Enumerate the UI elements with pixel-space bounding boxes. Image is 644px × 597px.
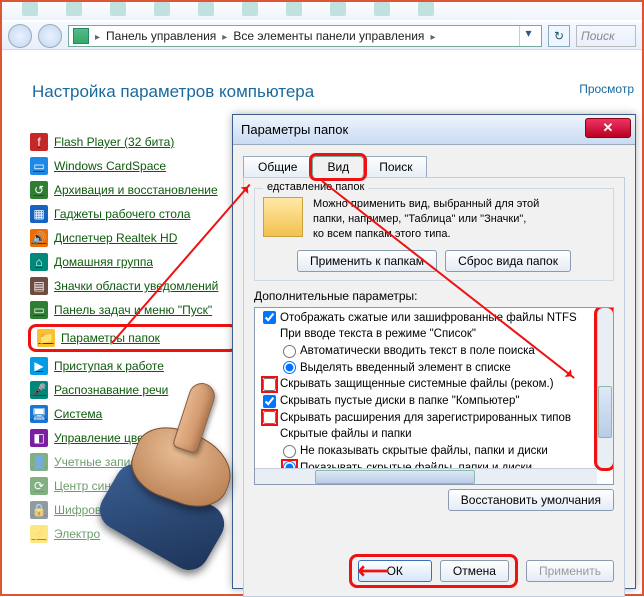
cp-item-icon: 🖥 (30, 405, 48, 423)
cp-item-6[interactable]: ▤ Значки области уведомлений (28, 274, 238, 298)
close-button[interactable]: ✕ (585, 118, 631, 138)
cp-item-icon: ▶ (30, 357, 48, 375)
cp-item-icon: ▤ (30, 277, 48, 295)
cp-item-1[interactable]: ▭ Windows CardSpace (28, 154, 238, 178)
cp-item-label: Панель задач и меню "Пуск" (54, 303, 212, 317)
cp-item-label: Значки области уведомлений (54, 279, 218, 293)
cp-item-5[interactable]: ⌂ Домашняя группа (28, 250, 238, 274)
cp-item-icon: 📁 (37, 329, 55, 347)
apply-button[interactable]: Применить (526, 560, 614, 582)
cp-item-label: Домашняя группа (54, 255, 153, 269)
cp-item-label: Распознавание речи (54, 383, 168, 397)
breadcrumb[interactable]: Панель управления Все элементы панели уп… (68, 25, 542, 47)
control-panel-list: f Flash Player (32 бита) ▭ Windows CardSpac… (28, 130, 238, 546)
cp-item-3[interactable]: ▦ Гаджеты рабочего стола (28, 202, 238, 226)
cp-item-icon: ⌂ (30, 253, 48, 271)
cp-item-14[interactable]: ⟳ Центр синхро (28, 474, 238, 498)
tab-search[interactable]: Поиск (364, 156, 427, 178)
annotation-arrow-icon: ⟵ (358, 558, 390, 584)
cp-item-icon: ⟳ (30, 477, 48, 495)
cp-item-label: Параметры папок (61, 331, 160, 345)
opt-hide-protected[interactable]: Скрывать защищенные системные файлы (рек… (263, 376, 611, 393)
dialog-title: Параметры папок (241, 122, 348, 137)
opt-list-mode: При вводе текста в режиме "Список" (263, 326, 611, 343)
tab-general[interactable]: Общие (243, 156, 312, 178)
tree-scrollbar-horizontal[interactable] (255, 468, 597, 484)
view-mode-label[interactable]: Просмотр (579, 82, 634, 96)
cp-item-label: Гаджеты рабочего стола (54, 207, 190, 221)
cp-item-label: Электро (54, 527, 100, 541)
cp-item-label: Flash Player (32 бита) (54, 135, 174, 149)
tab-view[interactable]: Вид (312, 156, 364, 178)
cp-item-icon: f (30, 133, 48, 151)
opt-hide-ext[interactable]: Скрывать расширения для зарегистрированн… (263, 410, 611, 427)
cp-item-icon: ◧ (30, 429, 48, 447)
control-panel-icon (73, 28, 89, 44)
cp-item-icon: ↺ (30, 181, 48, 199)
cp-item-12[interactable]: ◧ Управление цветом (28, 426, 238, 450)
group-label: едставление папок (263, 181, 368, 193)
cp-item-11[interactable]: 🖥 Система (28, 402, 238, 426)
tab-view-panel: едставление папок Можно применить вид, в… (243, 177, 625, 597)
search-input[interactable]: Поиск (576, 25, 636, 47)
folder-icon (263, 197, 303, 237)
dialog-titlebar[interactable]: Параметры папок ✕ (233, 115, 635, 145)
reset-folders-button[interactable]: Сброс вида папок (445, 250, 571, 272)
cp-item-9[interactable]: ▶ Приступая к работе (28, 354, 238, 378)
breadcrumb-seg[interactable]: Все элементы панели управления (233, 29, 424, 43)
cp-item-icon: ▦ (30, 205, 48, 223)
cp-item-label: Архивация и восстановление (54, 183, 218, 197)
cancel-button[interactable]: Отмена (440, 560, 509, 582)
scrollbar-thumb[interactable] (315, 470, 475, 484)
scrollbar-thumb[interactable] (598, 386, 612, 438)
cp-item-8[interactable]: 📁 Параметры папок (28, 324, 238, 352)
opt-dont-show-hidden[interactable]: Не показывать скрытые файлы, папки и дис… (263, 443, 611, 460)
cp-item-icon: ▭ (30, 301, 48, 319)
breadcrumb-dropdown-icon[interactable]: ▾ (519, 26, 537, 46)
opt-auto-type[interactable]: Автоматически вводить текст в поле поиск… (263, 343, 611, 360)
cp-item-16[interactable]: ⚡ Электро (28, 522, 238, 546)
tabstrip: Общие Вид Поиск (233, 145, 635, 177)
cp-item-label: Управление цветом (54, 431, 164, 445)
cp-item-10[interactable]: 🎤 Распознавание речи (28, 378, 238, 402)
cp-item-2[interactable]: ↺ Архивация и восстановление (28, 178, 238, 202)
advanced-settings-label: Дополнительные параметры: (254, 289, 614, 303)
advanced-settings-tree[interactable]: Отображать сжатые или зашифрованные файл… (254, 307, 614, 485)
cp-item-13[interactable]: 👤 Учетные записи (28, 450, 238, 474)
address-bar: Панель управления Все элементы панели уп… (2, 22, 642, 50)
restore-defaults-button[interactable]: Восстановить умолчания (448, 489, 614, 511)
nav-back-button[interactable] (8, 24, 32, 48)
page-title: Настройка параметров компьютера (32, 82, 314, 102)
cp-item-label: Диспетчер Realtek HD (54, 231, 177, 245)
folder-view-description: Можно применить вид, выбранный для этой … (313, 197, 605, 242)
cp-item-icon: 🔊 (30, 229, 48, 247)
dialog-footer: ОК ⟵ Отмена Применить (254, 554, 614, 588)
opt-hidden-folder: Скрытые файлы и папки (263, 426, 611, 443)
opt-nti[interactable]: Отображать сжатые или зашифрованные файл… (263, 310, 611, 327)
opt-hide-empty[interactable]: Скрывать пустые диски в папке "Компьютер… (263, 393, 611, 410)
refresh-button[interactable]: ↻ (548, 25, 570, 47)
cp-item-label: Центр синхро (54, 479, 130, 493)
cp-item-label: Windows CardSpace (54, 159, 166, 173)
folder-options-dialog: Параметры папок ✕ Общие Вид Поиск едстав… (232, 114, 636, 589)
tree-scrollbar-vertical[interactable] (597, 308, 613, 468)
cp-item-icon: ⚡ (30, 525, 48, 543)
cp-item-label: Учетные записи (54, 455, 143, 469)
breadcrumb-seg[interactable]: Панель управления (106, 29, 216, 43)
cp-item-label: Шифрован (54, 503, 114, 517)
cp-item-4[interactable]: 🔊 Диспетчер Realtek HD (28, 226, 238, 250)
cp-item-15[interactable]: 🔒 Шифрован (28, 498, 238, 522)
nav-forward-button[interactable] (38, 24, 62, 48)
cp-item-label: Система (54, 407, 102, 421)
cp-item-icon: 🎤 (30, 381, 48, 399)
cp-item-icon: ▭ (30, 157, 48, 175)
cp-item-0[interactable]: f Flash Player (32 бита) (28, 130, 238, 154)
cp-item-icon: 🔒 (30, 501, 48, 519)
cp-item-label: Приступая к работе (54, 359, 164, 373)
cp-item-icon: 👤 (30, 453, 48, 471)
